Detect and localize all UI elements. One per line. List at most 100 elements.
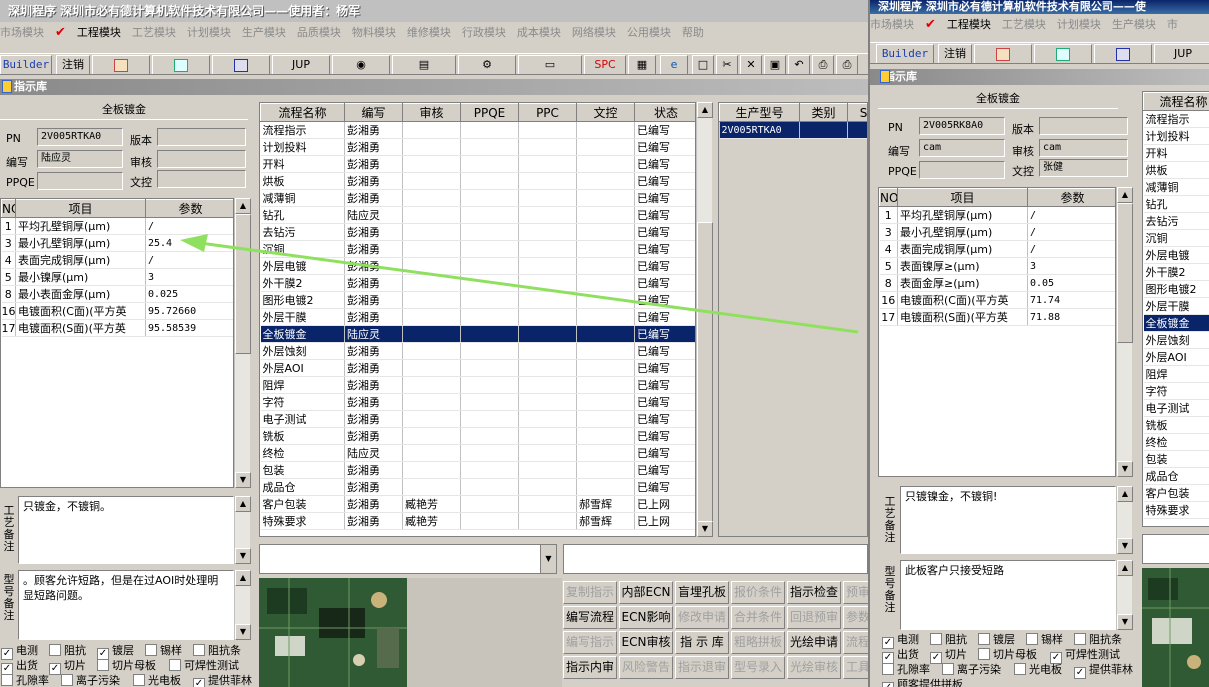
col-no[interactable]: NO: [879, 188, 898, 207]
checkbox-box[interactable]: [1074, 633, 1086, 645]
col-value[interactable]: 参数: [1027, 188, 1115, 207]
menu-item[interactable]: 生产模块: [1112, 18, 1156, 31]
jup-button-2[interactable]: JUP: [1154, 44, 1209, 63]
checkbox[interactable]: ✓ 出货: [882, 648, 919, 664]
checkbox[interactable]: 切片母板: [978, 648, 1037, 662]
model-note-2[interactable]: 此板客户只接受短路: [900, 560, 1116, 630]
table-row[interactable]: 烘板: [1143, 161, 1209, 179]
param-no[interactable]: 8: [879, 274, 898, 292]
checkbox-box[interactable]: [978, 633, 990, 645]
doc-field-2[interactable]: 张健: [1039, 159, 1128, 177]
table-row[interactable]: 成品仓: [1143, 467, 1209, 485]
reviewer-field-2[interactable]: cam: [1039, 139, 1128, 157]
combo-2[interactable]: [1142, 534, 1209, 564]
param-row[interactable]: 5 表面镍厚≥(μm) 3: [879, 257, 1115, 275]
table-row[interactable]: 外层蚀刻: [1143, 331, 1209, 349]
table-row[interactable]: 包装: [1143, 450, 1209, 468]
param-no[interactable]: 3: [879, 223, 898, 241]
param-no[interactable]: 17: [879, 308, 898, 326]
process-cell[interactable]: 阻焊: [1143, 365, 1209, 383]
param-item[interactable]: 平均孔壁铜厚(μm): [897, 206, 1028, 224]
param-value[interactable]: 3: [1027, 257, 1115, 275]
param-row[interactable]: 8 表面金厚≥(μm) 0.05: [879, 274, 1115, 292]
pn-field-2[interactable]: 2V005RK8A0: [919, 117, 1005, 135]
params-scrollbar-2[interactable]: ▲ ▼: [1116, 187, 1133, 477]
process-cell[interactable]: 钻孔: [1143, 195, 1209, 213]
checkbox-box[interactable]: [1014, 663, 1026, 675]
process-cell[interactable]: 流程指示: [1143, 110, 1209, 128]
model-note-scrollbar-2[interactable]: ▲ ▼: [1116, 560, 1133, 630]
table-row[interactable]: 钻孔: [1143, 195, 1209, 213]
process-cell[interactable]: 减薄铜: [1143, 178, 1209, 196]
logout-button-2[interactable]: 注销: [938, 44, 972, 63]
param-item[interactable]: 表面镍厚≥(μm): [897, 257, 1028, 275]
param-no[interactable]: 5: [879, 257, 898, 275]
table-row[interactable]: 外层AOI: [1143, 348, 1209, 366]
checkbox[interactable]: 离子污染: [942, 663, 1001, 677]
menu-item[interactable]: 市: [1167, 18, 1178, 31]
process-cell[interactable]: 特殊要求: [1143, 501, 1209, 519]
process-cell[interactable]: 成品仓: [1143, 467, 1209, 485]
checkbox[interactable]: 镀层: [978, 633, 1015, 647]
menu-item[interactable]: 计划模块: [1057, 18, 1101, 31]
excel-icon[interactable]: [1034, 44, 1092, 63]
process-cell[interactable]: 全板镀金: [1143, 314, 1209, 332]
checkbox-box[interactable]: [1026, 633, 1038, 645]
param-item[interactable]: 电镀面积(C面)(平方英: [897, 291, 1028, 309]
table-row[interactable]: 外干膜2: [1143, 263, 1209, 281]
checkbox[interactable]: 光电板: [1014, 663, 1062, 677]
checkbox[interactable]: 阻抗: [930, 633, 967, 647]
checkbox-box[interactable]: ✓: [1074, 667, 1086, 679]
param-value[interactable]: /: [1027, 206, 1115, 224]
checkbox-box[interactable]: [942, 663, 954, 675]
checkbox[interactable]: 锡样: [1026, 633, 1063, 647]
table-row[interactable]: 去钻污: [1143, 212, 1209, 230]
process-cell[interactable]: 外层蚀刻: [1143, 331, 1209, 349]
checkbox[interactable]: 孔隙率: [882, 663, 930, 677]
process-cell[interactable]: 包装: [1143, 450, 1209, 468]
menu-item[interactable]: 工程模块: [947, 18, 991, 31]
checkbox-box[interactable]: ✓: [882, 682, 894, 687]
checkbox-box[interactable]: [882, 663, 894, 675]
table-row[interactable]: 外层干膜: [1143, 297, 1209, 315]
param-no[interactable]: 4: [879, 240, 898, 258]
process-cell[interactable]: 终检: [1143, 433, 1209, 451]
process-grid-2[interactable]: 流程名称 流程指示 计划投料 开料 烘板 减薄铜 钻孔 去钻污 沉铜 外层电镀 外干膜2 图形电镀2…: [1142, 91, 1209, 527]
process-cell[interactable]: 沉铜: [1143, 229, 1209, 247]
params-grid-2[interactable]: NO 项目 参数 1 平均孔壁铜厚(μm)/3 最小孔壁铜厚(μm)/4 表面完成铜厚…: [878, 187, 1116, 477]
process-cell[interactable]: 外层AOI: [1143, 348, 1209, 366]
process-cell[interactable]: 烘板: [1143, 161, 1209, 179]
param-item[interactable]: 最小孔壁铜厚(μm): [897, 223, 1028, 241]
table-row[interactable]: 沉铜: [1143, 229, 1209, 247]
checkbox[interactable]: ✓顾客提供拼板: [882, 678, 963, 687]
col-process[interactable]: 流程名称: [1143, 92, 1209, 111]
table-row[interactable]: 减薄铜: [1143, 178, 1209, 196]
checkbox-box[interactable]: [930, 633, 942, 645]
param-no[interactable]: 16: [879, 291, 898, 309]
table-row[interactable]: 铣板: [1143, 416, 1209, 434]
craft-note-2[interactable]: 只镀镍金，不镀铜!: [900, 486, 1116, 554]
param-no[interactable]: 1: [879, 206, 898, 224]
menu-item[interactable]: 市场模块: [870, 18, 914, 31]
process-cell[interactable]: 计划投料: [1143, 127, 1209, 145]
table-row[interactable]: 客户包装: [1143, 484, 1209, 502]
param-value[interactable]: 71.74: [1027, 291, 1115, 309]
process-cell[interactable]: 外层干膜: [1143, 297, 1209, 315]
checkbox[interactable]: ✓ 切片: [930, 648, 967, 664]
process-cell[interactable]: 字符: [1143, 382, 1209, 400]
word-icon[interactable]: [1094, 44, 1152, 63]
menu-item[interactable]: 工艺模块: [1002, 18, 1046, 31]
param-value[interactable]: /: [1027, 240, 1115, 258]
param-value[interactable]: 71.88: [1027, 308, 1115, 326]
ppt-icon[interactable]: [974, 44, 1032, 63]
table-row[interactable]: 开料: [1143, 144, 1209, 162]
checkbox[interactable]: ✓ 电测: [882, 633, 919, 649]
param-row[interactable]: 3 最小孔壁铜厚(μm) /: [879, 223, 1115, 241]
table-row[interactable]: 图形电镀2: [1143, 280, 1209, 298]
table-row[interactable]: 流程指示: [1143, 110, 1209, 128]
table-row[interactable]: 特殊要求: [1143, 501, 1209, 519]
writer-field-2[interactable]: cam: [919, 139, 1005, 157]
craft-note-scrollbar-2[interactable]: ▲ ▼: [1116, 486, 1133, 554]
ppqe-field-2[interactable]: [919, 161, 1005, 179]
checkbox[interactable]: ✓ 可焊性测试: [1050, 648, 1120, 664]
